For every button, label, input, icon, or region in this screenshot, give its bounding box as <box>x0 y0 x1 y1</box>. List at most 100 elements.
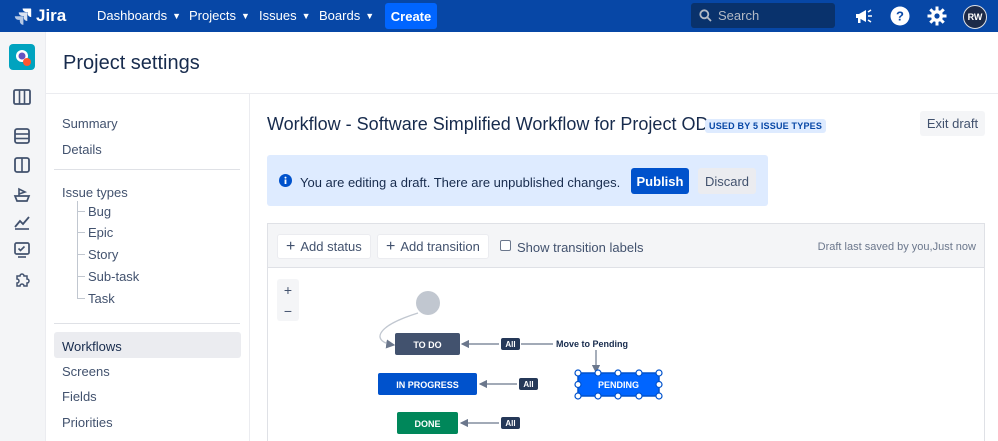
settings-sidebar: Summary Details Issue types Bug Epic Sto… <box>46 94 250 441</box>
resize-handle[interactable] <box>574 392 582 400</box>
settings-icon[interactable] <box>926 5 948 27</box>
resize-handle[interactable] <box>594 392 602 400</box>
resize-handle[interactable] <box>635 392 643 400</box>
draft-banner-text: You are editing a draft. There are unpub… <box>300 175 621 190</box>
tree-tick <box>77 254 85 255</box>
issues-icon[interactable] <box>13 241 31 259</box>
project-avatar[interactable] <box>9 44 35 70</box>
discard-button[interactable]: Discard <box>698 168 756 194</box>
jira-logo-text: Jira <box>36 6 67 25</box>
status-pending[interactable]: PENDING <box>574 369 663 400</box>
all-badge-label: All <box>505 340 515 349</box>
nav-boards[interactable]: Boards ▼ <box>319 8 374 23</box>
all-transition-badge[interactable]: All <box>501 417 520 429</box>
move-to-pending-label[interactable]: Move to Pending <box>556 339 628 349</box>
nav-dashboards-label: Dashboards <box>97 8 168 23</box>
resize-handle[interactable] <box>614 369 622 377</box>
sidebar-divider <box>54 169 240 170</box>
sidebar-item-fields[interactable]: Fields <box>62 389 97 404</box>
chevron-down-icon: ▼ <box>240 10 250 21</box>
nav-boards-label: Boards <box>319 8 361 23</box>
board-icon[interactable] <box>13 88 31 106</box>
all-badge-label: All <box>523 380 533 389</box>
nav-issues[interactable]: Issues ▼ <box>259 8 311 23</box>
page-title: Project settings <box>63 52 200 74</box>
sidebar-item-summary[interactable]: Summary <box>62 116 118 131</box>
info-icon <box>279 174 292 187</box>
addons-icon[interactable] <box>13 271 31 289</box>
show-transition-labels-checkbox[interactable] <box>500 240 511 251</box>
sidebar-item-workflows[interactable]: Workflows <box>62 339 122 354</box>
search-box[interactable] <box>691 3 835 28</box>
add-transition-button[interactable]: + Add transition <box>377 234 489 259</box>
add-status-button[interactable]: + Add status <box>277 234 371 259</box>
sidebar-item-issue-types[interactable]: Issue types <box>62 185 128 200</box>
resize-handle[interactable] <box>574 380 582 389</box>
sidebar-item-details[interactable]: Details <box>62 142 102 157</box>
status-in-progress[interactable]: IN PROGRESS <box>378 373 477 395</box>
all-transition-badge[interactable]: All <box>501 338 520 350</box>
columns-icon[interactable] <box>13 156 31 174</box>
workflow-canvas[interactable]: + − TO DO All Move to Pending IN PROGRES… <box>268 269 984 441</box>
resize-handle[interactable] <box>614 392 622 400</box>
sidebar-item-epic[interactable]: Epic <box>88 225 113 240</box>
project-sidebar-rail <box>0 32 46 441</box>
top-navigation: Jira Dashboards ▼ Projects ▼ Issues ▼ Bo… <box>0 0 998 32</box>
jira-logo[interactable]: Jira <box>14 6 66 26</box>
svg-text:?: ? <box>896 9 904 24</box>
resize-handle[interactable] <box>655 380 663 389</box>
plus-icon: + <box>386 237 396 255</box>
workflow-title: Workflow - Software Simplified Workflow … <box>267 114 709 134</box>
avatar[interactable]: RW <box>963 5 987 29</box>
resize-handle[interactable] <box>574 369 582 377</box>
megaphone-icon[interactable] <box>852 5 874 27</box>
sidebar-item-screens[interactable]: Screens <box>62 364 110 379</box>
issue-types-badge[interactable]: USED BY 5 ISSUE TYPES <box>705 119 827 133</box>
nav-dashboards[interactable]: Dashboards ▼ <box>97 8 181 23</box>
status-todo-label: TO DO <box>413 340 441 350</box>
search-icon <box>699 9 712 22</box>
add-status-label: Add status <box>300 239 362 254</box>
sidebar-item-sub-task[interactable]: Sub-task <box>88 269 139 284</box>
nav-projects[interactable]: Projects ▼ <box>189 8 250 23</box>
publish-button[interactable]: Publish <box>631 168 689 194</box>
exit-draft-button[interactable]: Exit draft <box>920 111 985 136</box>
tree-line <box>77 201 78 298</box>
backlog-icon[interactable] <box>13 127 31 145</box>
create-button[interactable]: Create <box>385 3 437 29</box>
releases-icon[interactable] <box>13 185 31 203</box>
sidebar-item-bug[interactable]: Bug <box>88 204 111 219</box>
editor-toolbar: + Add status + Add transition Show trans… <box>268 224 984 268</box>
jira-logo-icon <box>14 8 32 25</box>
all-transition-badge[interactable]: All <box>519 378 538 390</box>
draft-saved-status: Draft last saved by you,Just now <box>817 241 976 253</box>
sidebar-divider <box>54 323 240 324</box>
workflow-diagram: TO DO All Move to Pending IN PROGRESS Al… <box>378 291 663 434</box>
tree-tick <box>77 298 85 299</box>
tree-tick <box>77 276 85 277</box>
status-todo[interactable]: TO DO <box>395 333 460 355</box>
resize-handle[interactable] <box>635 369 643 377</box>
workflow-editor: + Add status + Add transition Show trans… <box>267 223 985 441</box>
help-icon[interactable]: ? <box>889 5 911 27</box>
resize-handle[interactable] <box>655 392 663 400</box>
initial-node[interactable] <box>416 291 440 315</box>
search-input[interactable] <box>718 8 828 23</box>
plus-icon: + <box>286 237 296 255</box>
resize-handle[interactable] <box>594 369 602 377</box>
chevron-down-icon: ▼ <box>301 10 311 21</box>
all-badge-label: All <box>505 419 515 428</box>
reports-icon[interactable] <box>13 213 31 231</box>
status-done-label: DONE <box>414 419 440 429</box>
status-done[interactable]: DONE <box>397 412 458 434</box>
sidebar-item-priorities[interactable]: Priorities <box>62 415 113 430</box>
show-transition-labels-label[interactable]: Show transition labels <box>517 240 643 255</box>
nav-projects-label: Projects <box>189 8 236 23</box>
tree-tick <box>77 211 85 212</box>
chevron-down-icon: ▼ <box>172 10 182 21</box>
sidebar-item-story[interactable]: Story <box>88 247 118 262</box>
sidebar-item-task[interactable]: Task <box>88 291 115 306</box>
resize-handle[interactable] <box>655 369 663 377</box>
nav-issues-label: Issues <box>259 8 297 23</box>
draft-banner: You are editing a draft. There are unpub… <box>267 155 768 206</box>
